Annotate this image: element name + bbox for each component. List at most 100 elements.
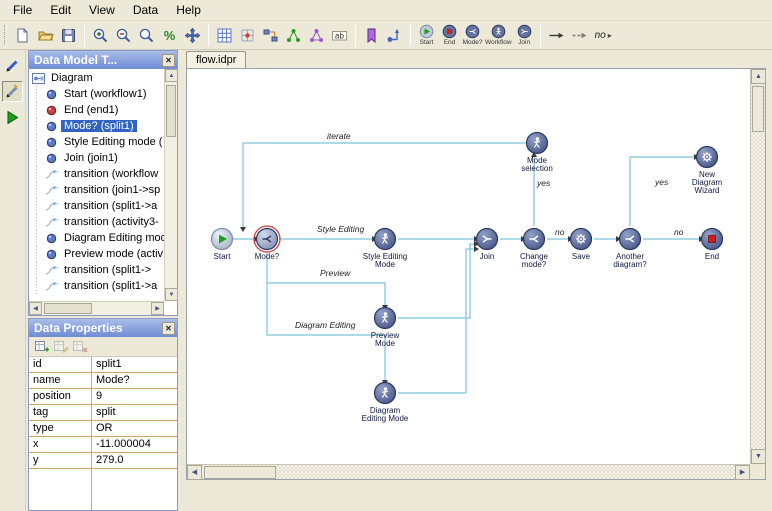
tree-item[interactable]: transition (split1->a [29,278,164,294]
toolbar-open-folder-button[interactable] [35,22,56,48]
tree-item[interactable]: Diagram [29,70,164,86]
scroll-left-button[interactable]: ◀ [187,465,202,480]
scroll-track[interactable] [165,82,177,288]
toolbar-new-document-button[interactable] [12,22,33,48]
tree-item[interactable]: End (end1) [29,102,164,118]
transition-edge[interactable] [243,143,526,227]
toolbar-save-floppy-button[interactable] [58,22,79,48]
toolbar-align-nodes-button[interactable] [260,22,281,48]
add-property-button[interactable] [32,338,51,356]
toolbar-palette-end-button[interactable]: End [439,22,460,48]
node-blue-icon [44,247,59,262]
diagram-node-end[interactable] [702,229,723,250]
diagram-node-style-editing-mode[interactable] [375,229,396,250]
diagram-node-change-mode[interactable] [524,229,545,250]
close-icon[interactable]: ✕ [162,322,175,335]
toolbar-zoom-out-button[interactable] [113,22,134,48]
side-pen-edit-button[interactable] [2,81,23,102]
scroll-thumb[interactable] [204,466,276,479]
menu-file[interactable]: File [4,0,41,20]
side-pen-blue-button[interactable] [2,55,23,76]
scroll-right-button[interactable]: ▶ [735,465,750,480]
toolbar-dropdown-no-button[interactable]: no▸ [592,22,615,48]
toolbar-snap-grid-button[interactable] [237,22,258,48]
tree-horizontal-scrollbar[interactable]: ◀ ▶ [29,301,164,315]
scroll-left-button[interactable]: ◀ [29,302,42,315]
diagram-node-mode-selection[interactable] [527,133,548,154]
diagram-node-new-diagram-wizard[interactable] [697,147,718,168]
canvas-vertical-scrollbar[interactable]: ▲ ▼ [750,69,765,464]
diagram-node-mode[interactable] [254,226,280,252]
property-value[interactable]: split1 [92,357,177,372]
toolbar-connector-button[interactable] [384,22,405,48]
tree-item[interactable]: transition (join1->sp [29,182,164,198]
property-value[interactable]: OR [92,421,177,436]
toolbar-arrow-solid-button[interactable] [546,22,567,48]
scroll-up-button[interactable]: ▲ [751,69,766,84]
tree-item[interactable]: transition (workflow [29,166,164,182]
close-icon[interactable]: ✕ [162,54,175,67]
toolbar-layout-tree-purple-button[interactable] [306,22,327,48]
scroll-track[interactable] [751,84,765,449]
menu-edit[interactable]: Edit [41,0,80,20]
transition-edge[interactable] [630,157,694,226]
scroll-thumb[interactable] [752,86,764,132]
property-value[interactable]: split [92,405,177,420]
toolbar-pan-move-button[interactable] [182,22,203,48]
property-value[interactable]: 9 [92,389,177,404]
scroll-track[interactable] [202,465,735,480]
toolbar-zoom-in-button[interactable] [90,22,111,48]
tree-item[interactable]: Start (workflow1) [29,86,164,102]
property-value[interactable]: -11.000004 [92,437,177,452]
tree-vertical-scrollbar[interactable]: ▲ ▼ [164,69,177,301]
toolbar-item-label: End [444,39,456,46]
toolbar-grip[interactable] [4,25,7,45]
side-run-play-button[interactable] [2,107,23,128]
data-model-tree-titlebar[interactable]: Data Model T... ✕ [29,51,177,69]
toolbar-zoom-fit-button[interactable] [136,22,157,48]
menu-data[interactable]: Data [124,0,167,20]
transition-edge[interactable] [398,249,474,393]
scroll-track[interactable] [42,302,151,315]
menu-help[interactable]: Help [167,0,210,20]
toolbar-bookmark-button[interactable] [361,22,382,48]
scroll-thumb[interactable] [166,85,176,137]
tree-item[interactable]: transition (activity3- [29,214,164,230]
tree-item[interactable]: Preview mode (activ [29,246,164,262]
scroll-down-button[interactable]: ▼ [165,288,178,301]
diagram-node-preview-mode[interactable] [375,308,396,329]
toolbar-palette-join-button[interactable]: Join [514,22,535,48]
menu-view[interactable]: View [80,0,124,20]
diagram-node-diagram-editing-mode[interactable] [375,383,396,404]
scroll-thumb[interactable] [44,303,92,314]
toolbar-palette-start-button[interactable]: Start [416,22,437,48]
property-value[interactable]: 279.0 [92,453,177,468]
diagram-node-join[interactable] [477,229,498,250]
tab-flow-idpr[interactable]: flow.idpr [186,51,246,68]
tree-item[interactable]: Style Editing mode ( [29,134,164,150]
data-properties-titlebar[interactable]: Data Properties ✕ [29,319,177,337]
transition-edge[interactable] [398,244,474,318]
toolbar-layout-tree-green-button[interactable] [283,22,304,48]
diagram-node-start[interactable] [212,229,233,250]
tree-item[interactable]: transition (split1->a [29,198,164,214]
scroll-right-button[interactable]: ▶ [151,302,164,315]
toolbar-zoom-percent-button[interactable]: % [159,22,180,48]
tree-item[interactable]: transition (split1-> [29,262,164,278]
tree-item[interactable]: Join (join1) [29,150,164,166]
toolbar-label-ab-button[interactable]: ab [329,22,350,48]
scroll-down-button[interactable]: ▼ [751,449,766,464]
diagram-node-save[interactable] [571,229,592,250]
diagram-node-another-diagram[interactable] [620,229,641,250]
tree-item[interactable]: Mode? (split1) [29,118,164,134]
tree-item[interactable]: Diagram Editing mod [29,230,164,246]
transition-edge[interactable] [267,283,385,380]
toolbar-palette-split-button[interactable]: Mode? [462,22,483,48]
toolbar-grid-button[interactable] [214,22,235,48]
canvas-horizontal-scrollbar[interactable]: ◀ ▶ [187,464,750,479]
property-value[interactable]: Mode? [92,373,177,388]
scroll-up-button[interactable]: ▲ [165,69,178,82]
toolbar-palette-activity-button[interactable]: Workflow [485,22,512,48]
toolbar-arrow-dashed-button[interactable] [569,22,590,48]
workflow-diagram-canvas[interactable]: iterateStyle EditingPreviewDiagram Editi… [187,69,750,464]
